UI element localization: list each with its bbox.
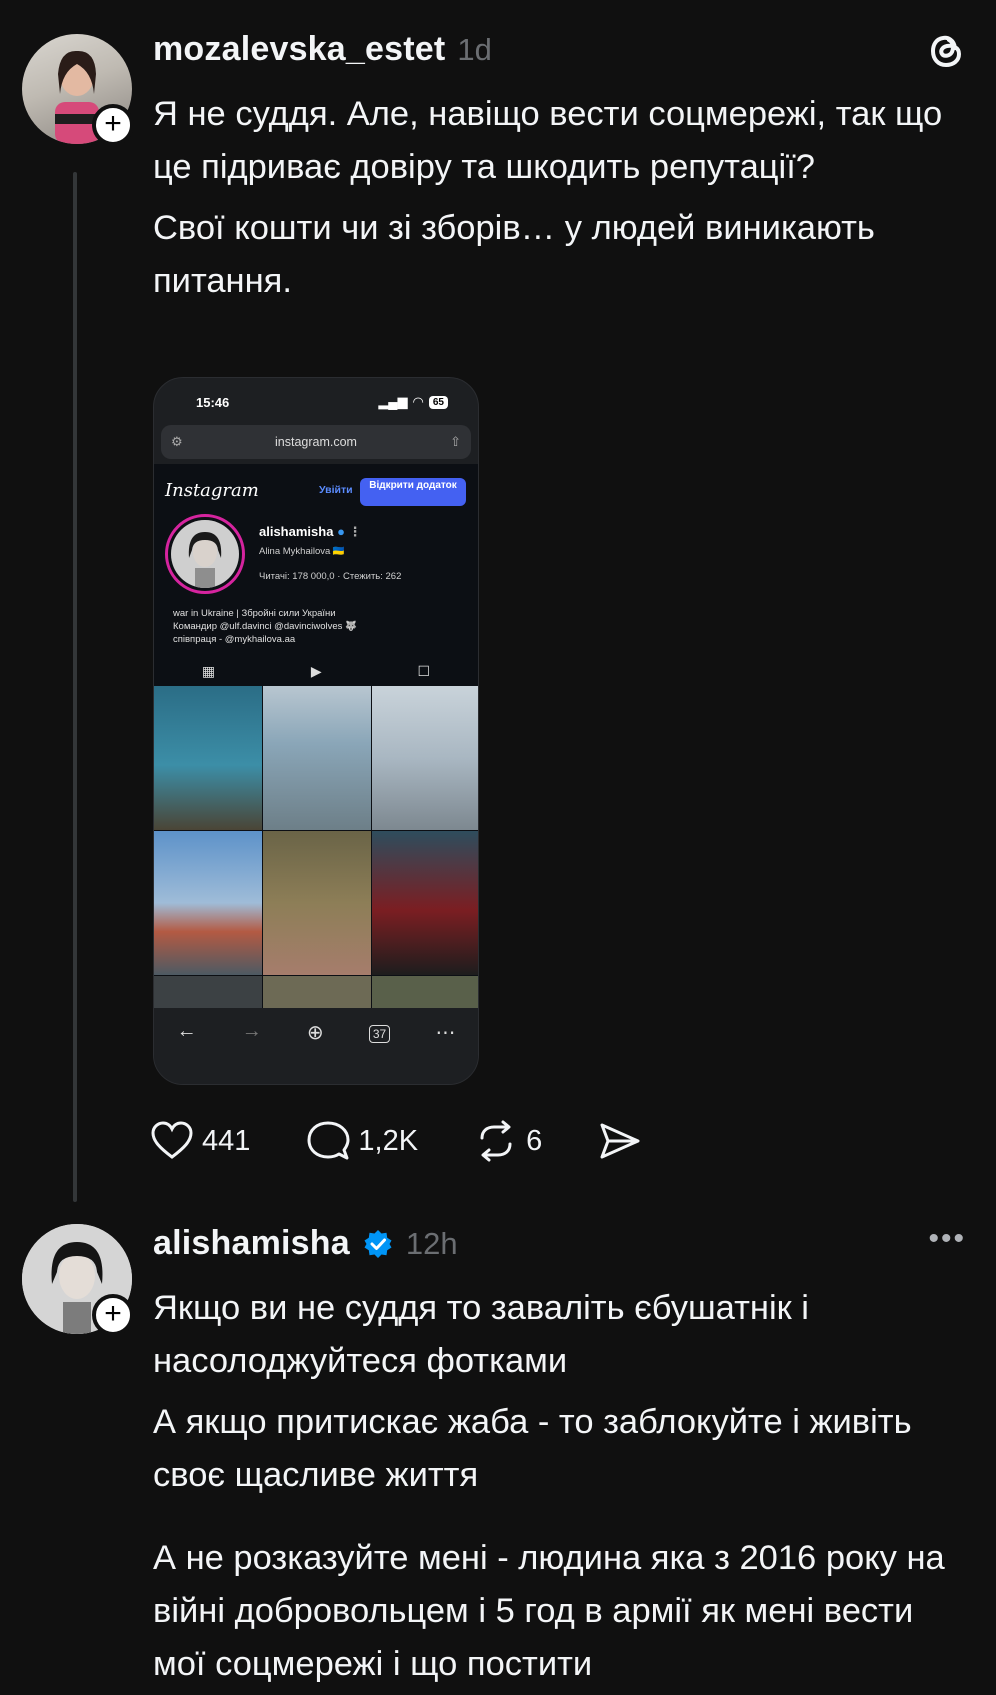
more-icon[interactable]: ••• [928,1222,966,1256]
reply-text: Якщо ви не суддя то заваліть єбушатнік і… [153,1282,973,1691]
profile-username-text: alishamisha [259,524,334,539]
repost-icon [480,1120,512,1162]
profile-bio: war in Ukraine | Збройні сили України Ко… [173,607,357,646]
bio-line: співпраця - @mykhailova.aa [173,634,296,645]
status-time: 15:46 [196,395,230,410]
repost-count: 6 [526,1124,543,1157]
login-link: Увійти [319,484,353,496]
url-text: instagram.com [275,435,357,449]
tabs-icon: 37 [368,1025,391,1043]
browser-toolbar: ← → ⊕ 37 ⋯ [154,1008,478,1084]
photo-tile [154,686,262,830]
post-actions: 441 1,2K 6 [150,1120,706,1162]
bio-line: war in Ukraine | Збройні сили України [173,608,336,619]
post-header: mozalevska_estet 1d [153,30,492,69]
forward-icon: → [241,1020,262,1042]
post-text: Я не суддя. Але, навіщо вести соцмережі,… [153,88,973,308]
follow-plus-icon[interactable]: + [92,1294,134,1336]
profile-tabs: ▦ ▶ ☐ [154,656,478,686]
timestamp: 1d [457,32,492,67]
back-icon: ← [176,1020,197,1042]
reply-post: + alishamisha 12h ••• Якщо ви не суддя т… [0,1210,996,1695]
photo-tile [263,831,371,975]
photo-tile [372,831,478,975]
reply-count: 1,2K [358,1124,419,1157]
reply-paragraph: А не розказуйте мені - людина яка з 2016… [153,1539,945,1683]
heart-icon [151,1121,193,1159]
username[interactable]: mozalevska_estet [153,30,445,69]
new-tab-icon: ⊕ [306,1022,324,1044]
like-button[interactable]: 441 [150,1121,250,1161]
instagram-logo: Instagram [165,480,259,501]
threads-logo-icon[interactable] [926,28,966,72]
original-post: + mozalevska_estet 1d Я не суддя. Але, н… [0,0,996,1210]
open-app-button: Відкрити додаток [360,478,466,506]
photo-tile [154,831,262,975]
tagged-icon: ☐ [417,662,431,679]
instagram-profile: Instagram Увійти Відкрити додаток alisha… [154,464,478,1028]
post-paragraph: Я не суддя. Але, навіщо вести соцмережі,… [153,95,943,186]
reply-paragraph: А якщо притискає жаба - то заблокуйте і … [153,1403,912,1494]
profile-avatar [165,514,245,594]
post-paragraph: Свої кошти чи зі зборів… у людей виникаю… [153,209,875,300]
bio-line: Командир @ulf.davinci @davinciwolves 🐺 [173,621,357,632]
attached-screenshot[interactable]: 15:46 ▂▄▆ ◠ 65 ⚙ instagram.com ⇧ Instagr… [153,377,479,1085]
browser-url-bar: ⚙ instagram.com ⇧ [161,425,471,459]
status-icons: ▂▄▆ ◠ 65 [378,394,448,410]
send-icon [600,1123,640,1159]
repost-button[interactable]: 6 [474,1120,542,1162]
profile-stats: Читачі: 178 000,0 · Стежить: 262 [259,571,402,582]
grid-icon: ▦ [201,662,216,679]
verified-badge-icon: ● [337,524,345,539]
author-avatar-wrap[interactable]: + [22,1224,134,1336]
timestamp: 12h [405,1226,458,1261]
follow-plus-icon[interactable]: + [92,104,134,146]
signal-icon: ▂▄▆ [378,394,408,409]
post-header: alishamisha 12h [153,1224,458,1263]
profile-username: alishamisha ● ⋮ [259,524,362,540]
phone-status-bar: 15:46 ▂▄▆ ◠ 65 [154,392,478,416]
profile-fullname: Alina Mykhailova 🇺🇦 [259,546,345,557]
verified-badge-icon [364,1229,392,1258]
more-icon: ⋯ [435,1022,456,1044]
comment-icon [307,1121,350,1160]
instagram-header: Instagram Увійти Відкрити додаток [154,474,478,506]
photo-tile [263,686,371,830]
reels-icon: ▶ [310,662,322,679]
reply-paragraph: Якщо ви не суддя то заваліть єбушатнік і… [153,1289,809,1380]
battery-icon: 65 [428,395,448,409]
photo-grid [154,686,478,1028]
profile-avatar-image [171,520,239,588]
like-count: 441 [202,1124,251,1157]
share-icon: ⇧ [450,434,461,449]
avatar-image [171,520,239,588]
photo-tile [372,686,478,830]
more-icon: ⋮ [348,524,362,539]
username[interactable]: alishamisha [153,1224,350,1263]
page-settings-icon: ⚙ [171,434,183,449]
author-avatar-wrap[interactable]: + [22,34,134,146]
share-button[interactable] [598,1120,650,1162]
wifi-icon: ◠ [412,394,424,409]
reply-button[interactable]: 1,2K [306,1120,418,1162]
thread-connector-line [73,172,77,1202]
